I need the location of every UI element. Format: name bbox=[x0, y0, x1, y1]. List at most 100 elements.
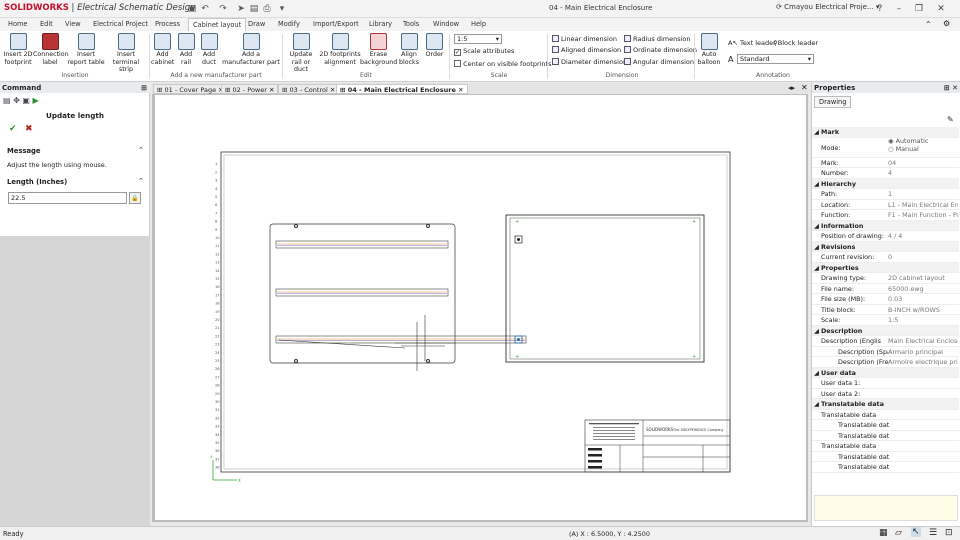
customize-icon[interactable]: ▾ bbox=[277, 4, 287, 14]
tab-scroll-icon[interactable]: ◂▸ bbox=[788, 84, 795, 92]
add-duct-button[interactable]: Add duct bbox=[198, 33, 220, 66]
ribbon-options-icon[interactable]: ⚙ bbox=[943, 19, 950, 28]
tab-modify[interactable]: Modify bbox=[274, 18, 304, 31]
fit-icon[interactable]: ⊡ bbox=[945, 528, 953, 538]
radius-dimension-button[interactable]: Radius dimension bbox=[624, 35, 691, 43]
erase-background-button[interactable]: Erase background bbox=[360, 33, 397, 66]
add-manufacturer-part-button[interactable]: Add a manufacturer part bbox=[222, 33, 280, 66]
section-user-data[interactable]: ◢ User data bbox=[812, 367, 959, 378]
cancel-icon[interactable]: ✖ bbox=[25, 124, 33, 134]
redo-icon[interactable]: ↷ bbox=[218, 4, 228, 14]
tab-process[interactable]: Process bbox=[151, 18, 184, 31]
order-button[interactable]: Order bbox=[423, 33, 446, 59]
collapse-icon[interactable]: ⌃ bbox=[138, 177, 144, 185]
pin-icon[interactable]: ⊞ ✕ bbox=[944, 83, 958, 93]
prop-translatable-group-1[interactable]: Translatable data bbox=[812, 410, 959, 420]
scale-attributes-checkbox[interactable]: ✓ Scale attributes bbox=[454, 47, 514, 56]
ortho-icon[interactable]: ▱ bbox=[895, 528, 902, 538]
pointer-icon[interactable]: ➤ bbox=[236, 4, 246, 14]
prop-translatable-group-2[interactable]: Translatable data bbox=[812, 441, 959, 452]
close-tabs-icon[interactable]: ✕ bbox=[801, 83, 808, 92]
doc-tab-main-enclosure[interactable]: ⊞ 04 - Main Electrical Enclosure ✕ bbox=[336, 84, 468, 94]
minimize-button[interactable]: – bbox=[892, 3, 906, 15]
block-leader-button[interactable]: ⚲Block leader bbox=[773, 39, 818, 47]
tab-tools[interactable]: Tools bbox=[399, 18, 423, 31]
prop-translatable-item[interactable]: Translatable dat bbox=[812, 452, 959, 462]
tab-view[interactable]: View bbox=[61, 18, 85, 31]
tab-edit[interactable]: Edit bbox=[36, 18, 57, 31]
tab-draw[interactable]: Draw bbox=[244, 18, 269, 31]
run-icon[interactable]: ▶ bbox=[32, 96, 38, 105]
doc-tab-cover-page[interactable]: ⊞ 01 - Cover Page ✕ bbox=[153, 84, 228, 94]
grid-icon[interactable]: ▤ bbox=[3, 96, 11, 105]
angular-dimension-button[interactable]: Angular dimension bbox=[624, 58, 694, 66]
lock-icon[interactable]: 🔒 bbox=[129, 192, 141, 204]
prop-translatable-item[interactable]: Translatable dat bbox=[812, 420, 959, 431]
update-rail-or-duct-button[interactable]: Update rail or duct bbox=[284, 33, 318, 74]
diameter-dimension-button[interactable]: Diameter dimension bbox=[552, 58, 627, 66]
prop-mark[interactable]: Mark: 04 bbox=[812, 158, 959, 168]
prop-description-fr[interactable]: Description (Fre Armoire electrique princ bbox=[812, 357, 959, 368]
confirm-icon[interactable]: ✔ bbox=[9, 124, 17, 134]
prop-title-block[interactable]: Title block: B-INCH w/ROWS bbox=[812, 305, 959, 315]
save-all-icon[interactable]: ▤ bbox=[249, 4, 259, 14]
align-blocks-button[interactable]: Align blocks bbox=[398, 33, 420, 66]
user-menu[interactable]: ⟳ Cmayou Electrical Proje... ▾ bbox=[776, 3, 879, 11]
prop-description-es[interactable]: Description (Spa Armario principal bbox=[812, 347, 959, 357]
collapse-icon[interactable]: ⌃ bbox=[138, 146, 144, 154]
text-leader-button[interactable]: A↖ Text leader bbox=[728, 39, 776, 47]
tab-help[interactable]: Help bbox=[467, 18, 490, 31]
prop-location[interactable]: Location:L1 - Main Electrical Enclo bbox=[812, 200, 959, 210]
prop-description-en[interactable]: Description (Englis Main Electrical Enclo… bbox=[812, 336, 959, 347]
section-information[interactable]: ◢ Information bbox=[812, 220, 959, 231]
section-properties[interactable]: ◢ Properties bbox=[812, 262, 959, 273]
tab-library[interactable]: Library bbox=[365, 18, 396, 31]
annotation-style-select[interactable]: Standard ▾ bbox=[737, 54, 814, 64]
ordinate-dimension-button[interactable]: Ordinate dimension bbox=[624, 46, 697, 54]
save-icon[interactable]: ▣ bbox=[187, 4, 197, 14]
tab-drawing[interactable]: Drawing bbox=[814, 96, 852, 108]
tab-import-export[interactable]: Import/Export bbox=[309, 18, 363, 31]
tab-window[interactable]: Window bbox=[429, 18, 463, 31]
doc-tab-power[interactable]: ⊞ 02 - Power ✕ bbox=[221, 84, 279, 94]
footprints-alignment-button[interactable]: 2D footprints alignment bbox=[319, 33, 361, 66]
mode-manual-radio[interactable]: ○ Manual bbox=[888, 144, 958, 155]
help-icon[interactable]: ? bbox=[873, 3, 887, 15]
scale-select[interactable]: 1:5 ▾ bbox=[454, 34, 502, 44]
grid-toggle-icon[interactable]: ▦ bbox=[879, 528, 888, 538]
add-cabinet-button[interactable]: Add cabinet bbox=[151, 33, 174, 66]
prop-path[interactable]: Path: 1 bbox=[812, 189, 959, 200]
prop-translatable-item[interactable]: Translatable dat bbox=[812, 462, 959, 473]
section-hierarchy[interactable]: ◢ Hierarchy bbox=[812, 178, 959, 189]
section-translatable[interactable]: ◢ Translatable data bbox=[812, 399, 959, 410]
add-rail-button[interactable]: Add rail bbox=[175, 33, 197, 66]
tab-cabinet-layout[interactable]: Cabinet layout bbox=[188, 18, 247, 31]
prop-function[interactable]: Function: F1 - Main Function - Pac bbox=[812, 210, 959, 221]
print-icon[interactable]: ⎙ bbox=[262, 4, 272, 14]
insert-report-table-button[interactable]: Insert report table bbox=[67, 33, 105, 66]
aligned-dimension-button[interactable]: Aligned dimension bbox=[552, 46, 621, 54]
select-mode-icon[interactable]: ↖ bbox=[911, 527, 921, 537]
insert-2d-footprint-button[interactable]: Insert 2D footprint bbox=[2, 33, 34, 66]
section-revisions[interactable]: ◢ Revisions bbox=[812, 241, 959, 252]
doc-tab-control[interactable]: ⊞ 03 - Control ✕ bbox=[278, 84, 340, 94]
connection-label-button[interactable]: Connection label bbox=[33, 33, 69, 66]
linear-dimension-button[interactable]: Linear dimension bbox=[552, 35, 617, 43]
insert-terminal-strip-button[interactable]: Insert terminal strip bbox=[105, 33, 147, 74]
prop-user-data-1[interactable]: User data 1: bbox=[812, 378, 959, 389]
undo-icon[interactable]: ↶ bbox=[200, 4, 210, 14]
tab-home[interactable]: Home bbox=[4, 18, 31, 31]
collapse-ribbon-icon[interactable]: ⌃ bbox=[925, 20, 932, 29]
list-icon[interactable]: ☰ bbox=[929, 528, 937, 538]
close-button[interactable]: ✕ bbox=[934, 3, 948, 15]
length-input[interactable]: 22.5 bbox=[8, 192, 127, 204]
prop-user-data-2[interactable]: User data 2: bbox=[812, 389, 959, 399]
section-description[interactable]: ◢ Description bbox=[812, 325, 959, 336]
center-visible-checkbox[interactable]: Center on visible footprints bbox=[454, 60, 551, 68]
pin-icon[interactable]: ⊞ bbox=[141, 83, 147, 93]
drawing-canvas[interactable]: 1 2 3 4 5 6 7 8 9 10 11 12 13 14 15 16 17 18 19 20 21 22 23 24 2… bbox=[155, 95, 806, 520]
maximize-button[interactable]: ❐ bbox=[912, 3, 926, 15]
screen-icon[interactable]: ▣ bbox=[22, 96, 30, 105]
edit-icon[interactable]: ✎ bbox=[947, 115, 954, 124]
auto-balloon-button[interactable]: Auto balloon bbox=[696, 33, 722, 66]
